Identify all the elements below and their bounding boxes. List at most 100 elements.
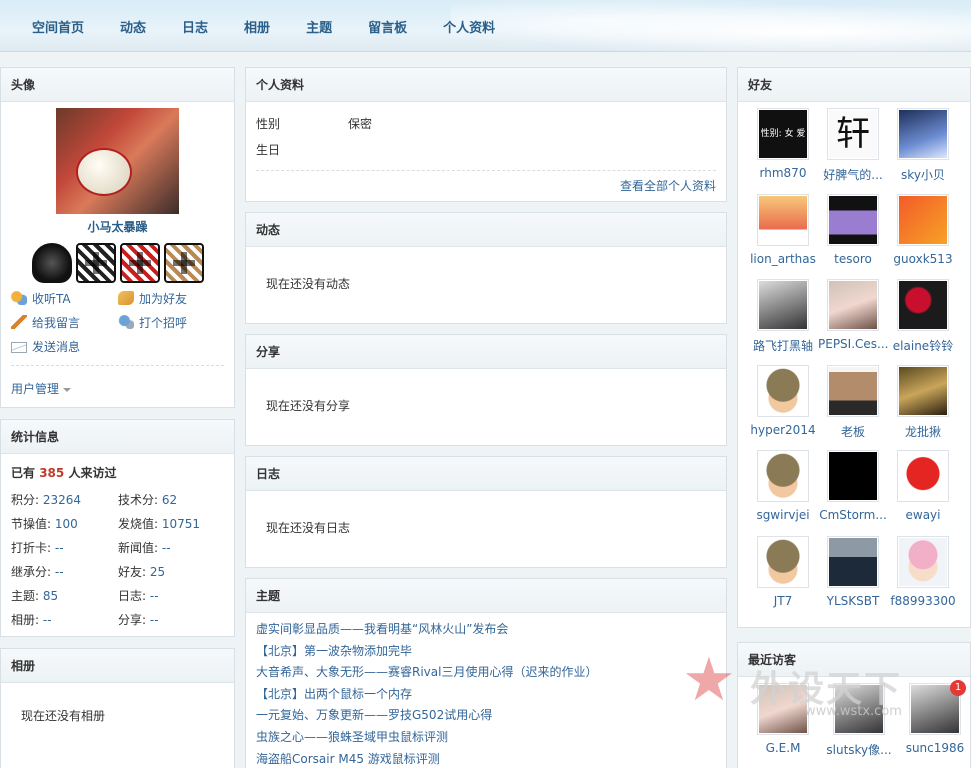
nav-item-feed[interactable]: 动态 [102,17,164,36]
visitor-name[interactable]: sunc1986 [900,741,970,755]
stat-value[interactable]: -- [150,589,159,603]
friend-item[interactable]: ewayi [888,450,958,536]
nav-item-album[interactable]: 相册 [226,17,288,36]
friend-name[interactable]: elaine铃铃 [888,337,958,354]
topic-link[interactable]: 【北京】出两个鼠标一个内存 [256,684,716,706]
friend-item[interactable]: JT7 [748,535,818,622]
friend-item[interactable]: hyper2014 [748,364,818,451]
stat-value[interactable]: -- [55,541,64,555]
nav-item-profile[interactable]: 个人资料 [425,17,513,36]
visitor-avatar[interactable] [833,683,885,735]
friend-name[interactable]: JT7 [748,594,818,608]
friend-item[interactable]: CmStorm... [818,450,888,536]
friend-name[interactable]: CmStorm... [818,508,888,522]
friend-avatar[interactable] [897,535,949,588]
medal-cross-black-icon[interactable] [75,243,116,283]
topic-link[interactable]: 【北京】第一波杂物添加完毕 [256,641,716,663]
friend-name[interactable]: 老板 [818,423,888,440]
friend-item[interactable]: 路飞打黑轴 [748,279,818,365]
stat-value[interactable]: 10751 [162,517,200,531]
friend-avatar[interactable] [757,535,809,588]
medal-cross-red-icon[interactable] [119,243,160,283]
friend-name[interactable]: ewayi [888,508,958,522]
friend-name[interactable]: guoxk513 [888,252,958,266]
friend-name[interactable]: f88993300 [888,594,958,608]
avatar-image[interactable] [56,108,179,214]
topic-link[interactable]: 虫族之心——狼蛛圣域甲虫鼠标评测 [256,727,716,749]
friend-item[interactable]: 老板 [818,364,888,451]
visitor-avatar[interactable] [757,683,809,735]
stat-value[interactable]: 25 [150,565,165,579]
visitor-item[interactable]: 1 sunc1986 [900,680,970,758]
friend-item[interactable]: f88993300 [888,535,958,622]
friend-item[interactable]: tesoro [818,193,888,280]
friend-name[interactable]: sgwirvjei [748,508,818,522]
friend-avatar[interactable] [897,364,949,417]
friend-name[interactable]: sky小贝 [888,166,958,183]
friend-name[interactable]: tesoro [818,252,888,266]
stat-value[interactable]: 85 [43,589,58,603]
friend-avatar[interactable] [757,279,809,331]
visitor-avatar[interactable]: 1 [909,680,966,735]
friend-avatar[interactable] [897,450,949,502]
view-all-profile-link[interactable]: 查看全部个人资料 [256,170,716,194]
greet-button[interactable]: 打个招呼 [118,313,225,331]
friend-avatar[interactable] [897,108,949,160]
stat-value[interactable]: 62 [162,493,177,507]
friend-avatar[interactable] [827,279,879,331]
friend-item[interactable]: guoxk513 [888,193,958,280]
nav-item-home[interactable]: 空间首页 [14,17,102,36]
visitor-name[interactable]: slutsky像... [824,741,894,758]
friend-item[interactable]: sgwirvjei [748,450,818,536]
stat-value[interactable]: -- [162,541,171,555]
follow-button[interactable]: 收听TA [11,289,118,307]
friend-name[interactable]: 路飞打黑轴 [748,337,818,354]
friend-avatar[interactable] [827,364,879,417]
friend-name[interactable]: rhm870 [748,166,818,180]
friend-name[interactable]: PEPSI.Ces... [818,337,888,351]
nav-item-blog[interactable]: 日志 [164,17,226,36]
nav-item-topics[interactable]: 主题 [288,17,350,36]
visitor-item[interactable]: slutsky像... [824,683,894,758]
friend-name[interactable]: 龙批揪 [888,423,958,440]
stat-value[interactable]: -- [150,613,159,627]
stat-value[interactable]: 23264 [43,493,81,507]
send-message-button[interactable]: 发送消息 [11,337,118,355]
friend-item[interactable]: 龙批揪 [888,364,958,451]
friend-avatar[interactable] [757,450,809,502]
friend-avatar[interactable] [897,193,949,246]
friend-name[interactable]: 好脾气的... [818,166,888,183]
leave-message-button[interactable]: 给我留言 [11,313,118,331]
stat-value[interactable]: -- [55,565,64,579]
friend-name[interactable]: hyper2014 [748,423,818,437]
medal-cross-tan-icon[interactable] [163,243,204,283]
friend-avatar[interactable] [827,193,879,246]
friend-avatar[interactable] [827,450,879,502]
friend-avatar[interactable]: 轩 [827,108,879,160]
friend-avatar[interactable]: 性别: 女 爱好: 男 [757,108,809,187]
medal-shield-icon[interactable] [31,243,72,283]
friend-avatar[interactable] [757,193,809,246]
friend-item[interactable]: sky小贝 [888,108,958,194]
stat-value[interactable]: -- [43,613,52,627]
friend-avatar[interactable] [827,535,879,588]
topic-link[interactable]: 大音希声、大象无形——赛睿Rival三月使用心得（迟来的作业） [256,662,716,684]
nav-item-guestbook[interactable]: 留言板 [350,17,425,36]
friend-item[interactable]: YLSKSBT [818,535,888,622]
friend-item[interactable]: PEPSI.Ces... [818,279,888,365]
add-friend-button[interactable]: 加为好友 [118,289,225,307]
friend-name[interactable]: YLSKSBT [818,594,888,608]
friend-item[interactable]: 性别: 女 爱好: 男 rhm870 [748,108,818,194]
friend-avatar[interactable] [897,279,949,331]
user-manage-dropdown[interactable]: 用户管理 [1,366,234,397]
topic-link[interactable]: 虚实间彰显品质——我看明基“风林火山”发布会 [256,619,716,641]
friend-item[interactable]: lion_arthas [748,193,818,280]
topic-link[interactable]: 海盗船Corsair M45 游戏鼠标评测 [256,749,716,768]
friend-item[interactable]: elaine铃铃 [888,279,958,365]
friend-item[interactable]: 轩好脾气的... [818,108,888,194]
visitor-item[interactable]: G.E.M [748,683,818,758]
username[interactable]: 小马太暴躁 [1,218,234,235]
visitor-name[interactable]: G.E.M [748,741,818,755]
topic-link[interactable]: 一元复始、万象更新——罗技G502试用心得 [256,705,716,727]
stat-value[interactable]: 100 [55,517,78,531]
